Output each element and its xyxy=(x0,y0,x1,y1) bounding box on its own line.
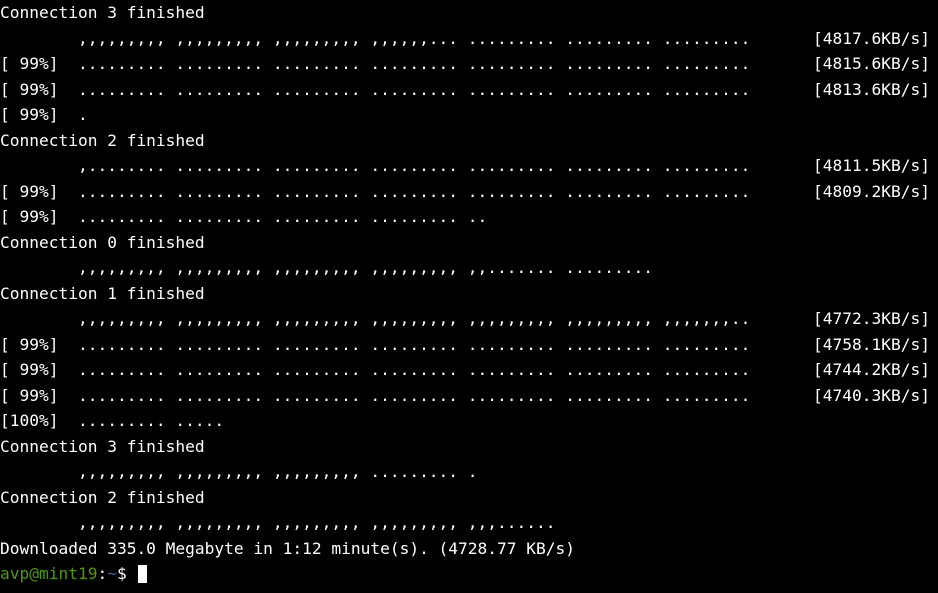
line-rate xyxy=(930,536,938,562)
terminal-output-line: [ 99%] ......... ......... ......... ...… xyxy=(0,179,938,205)
line-rate xyxy=(930,281,938,307)
line-rate: [4813.6KB/s] xyxy=(813,77,938,103)
line-left: [ 99%] ......... ......... ......... ...… xyxy=(0,204,487,230)
terminal-output-line: ,,,,,,,,, ,,,,,,,,, ,,,,,,,,, ,,,,,,,,, … xyxy=(0,510,938,536)
terminal-output-line: ,,,,,,,,, ,,,,,,,,, ,,,,,,,,, ,,,,,,... … xyxy=(0,26,938,52)
line-left: Downloaded 335.0 Megabyte in 1:12 minute… xyxy=(0,536,575,562)
prompt-host: mint19 xyxy=(39,564,97,583)
prompt-at: @ xyxy=(29,564,39,583)
prompt-user: avp xyxy=(0,564,29,583)
terminal-output-line: Downloaded 335.0 Megabyte in 1:12 minute… xyxy=(0,536,938,562)
line-left: ,,,,,,,,, ,,,,,,,,, ,,,,,,,,, ,,,,,,,,, … xyxy=(0,306,750,332)
prompt-dollar: $ xyxy=(117,564,127,583)
terminal-output-line: Connection 3 finished xyxy=(0,0,938,26)
line-left: [ 99%] ......... ......... ......... ...… xyxy=(0,179,750,205)
line-left: [ 99%] ......... ......... ......... ...… xyxy=(0,332,750,358)
line-left: Connection 2 finished xyxy=(0,485,205,511)
prompt-path: ~ xyxy=(107,564,117,583)
line-rate: [4740.3KB/s] xyxy=(813,383,938,409)
line-left: Connection 0 finished xyxy=(0,230,205,256)
line-rate xyxy=(930,230,938,256)
line-rate xyxy=(930,128,938,154)
shell-prompt[interactable]: avp@mint19:~$ xyxy=(0,561,938,587)
line-left: [ 99%] ......... ......... ......... ...… xyxy=(0,383,750,409)
terminal-output-line: [ 99%] ......... ......... ......... ...… xyxy=(0,204,938,230)
line-left: [ 99%] ......... ......... ......... ...… xyxy=(0,51,750,77)
terminal-output-line: [ 99%] ......... ......... ......... ...… xyxy=(0,51,938,77)
line-left: [100%] ......... ..... xyxy=(0,408,224,434)
line-rate: [4811.5KB/s] xyxy=(813,153,938,179)
line-left: ,,,,,,,,, ,,,,,,,,, ,,,,,,,,, ,,,,,,... … xyxy=(0,26,750,52)
line-left: ,,,,,,,,, ,,,,,,,,, ,,,,,,,,, ......... … xyxy=(0,459,478,485)
line-rate: [4758.1KB/s] xyxy=(813,332,938,358)
line-rate xyxy=(930,510,938,536)
terminal[interactable]: Connection 3 finished ,,,,,,,,, ,,,,,,,,… xyxy=(0,0,938,587)
line-left: ,........ ......... ......... ......... … xyxy=(0,153,750,179)
terminal-output-line: [100%] ......... ..... xyxy=(0,408,938,434)
line-rate: [4815.6KB/s] xyxy=(813,51,938,77)
line-left: Connection 3 finished xyxy=(0,0,205,26)
line-left: ,,,,,,,,, ,,,,,,,,, ,,,,,,,,, ,,,,,,,,, … xyxy=(0,510,556,536)
terminal-output-line: [ 99%] ......... ......... ......... ...… xyxy=(0,77,938,103)
line-left: [ 99%] . xyxy=(0,102,88,128)
terminal-output-line: Connection 2 finished xyxy=(0,128,938,154)
terminal-output-line: Connection 1 finished xyxy=(0,281,938,307)
line-rate: [4809.2KB/s] xyxy=(813,179,938,205)
line-rate xyxy=(930,0,938,26)
cursor xyxy=(138,565,147,583)
terminal-output-line: Connection 0 finished xyxy=(0,230,938,256)
terminal-output-line: [ 99%] ......... ......... ......... ...… xyxy=(0,332,938,358)
terminal-output-line: ,,,,,,,,, ,,,,,,,,, ,,,,,,,,, ,,,,,,,,, … xyxy=(0,255,938,281)
terminal-output-line: Connection 2 finished xyxy=(0,485,938,511)
prompt-colon: : xyxy=(97,564,107,583)
line-rate xyxy=(930,485,938,511)
terminal-output-line: [ 99%] ......... ......... ......... ...… xyxy=(0,383,938,409)
line-rate: [4744.2KB/s] xyxy=(813,357,938,383)
terminal-output-line: ,,,,,,,,, ,,,,,,,,, ,,,,,,,,, ......... … xyxy=(0,459,938,485)
line-left: Connection 3 finished xyxy=(0,434,205,460)
line-rate xyxy=(930,459,938,485)
line-rate xyxy=(930,102,938,128)
line-left: Connection 2 finished xyxy=(0,128,205,154)
line-rate xyxy=(930,204,938,230)
line-rate xyxy=(930,434,938,460)
terminal-output-line: [ 99%] ......... ......... ......... ...… xyxy=(0,357,938,383)
terminal-output-line: [ 99%] . xyxy=(0,102,938,128)
line-left: Connection 1 finished xyxy=(0,281,205,307)
line-left: [ 99%] ......... ......... ......... ...… xyxy=(0,77,750,103)
terminal-output-line: ,,,,,,,,, ,,,,,,,,, ,,,,,,,,, ,,,,,,,,, … xyxy=(0,306,938,332)
line-rate: [4817.6KB/s] xyxy=(813,26,938,52)
terminal-output-line: ,........ ......... ......... ......... … xyxy=(0,153,938,179)
line-rate xyxy=(930,255,938,281)
line-left: [ 99%] ......... ......... ......... ...… xyxy=(0,357,750,383)
line-rate: [4772.3KB/s] xyxy=(813,306,938,332)
terminal-output-line: Connection 3 finished xyxy=(0,434,938,460)
line-left: ,,,,,,,,, ,,,,,,,,, ,,,,,,,,, ,,,,,,,,, … xyxy=(0,255,653,281)
line-rate xyxy=(930,408,938,434)
